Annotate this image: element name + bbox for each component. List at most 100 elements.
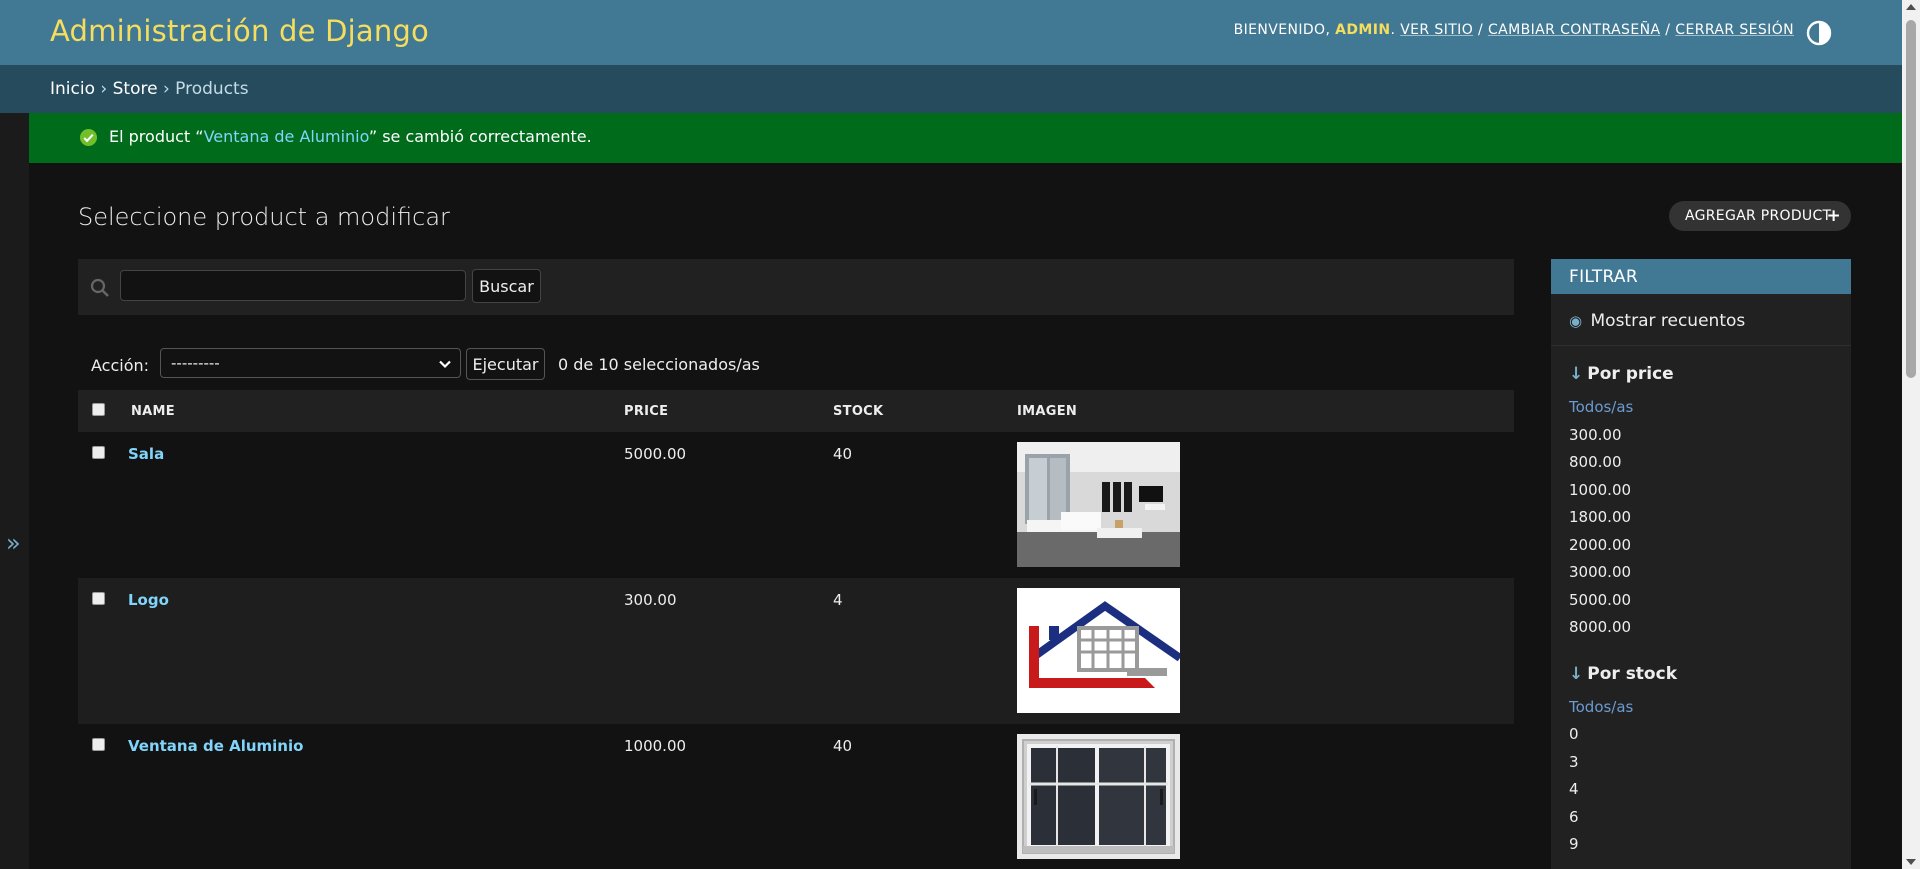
house-logo-image	[1017, 588, 1180, 713]
stock-filter-list: Todos/as 0 3 4 6 9	[1551, 698, 1851, 863]
filter-option-price[interactable]: 300.00	[1569, 426, 1851, 454]
product-stock: 40	[833, 445, 853, 463]
table-header-row: Name Price Stock Imagen	[78, 390, 1514, 432]
product-price: 5000.00	[624, 445, 687, 463]
filter-panel: Filtrar ◉ Mostrar recuentos ↓ Por price T…	[1551, 259, 1851, 869]
price-filter-list: Todos/as 300.00 800.00 1000.00 1800.00 2…	[1551, 398, 1851, 646]
message-text: El product “Ventana de Aluminio” se camb…	[109, 127, 592, 146]
filter-option-price[interactable]: 3000.00	[1569, 563, 1851, 591]
row-select-cell	[78, 432, 128, 578]
message-object-link[interactable]: Ventana de Aluminio	[204, 127, 369, 146]
search-icon	[90, 278, 109, 297]
row-checkbox[interactable]	[92, 738, 105, 751]
column-header-price[interactable]: Price	[624, 390, 833, 432]
row-select-cell	[78, 724, 128, 869]
eye-icon: ◉	[1569, 312, 1583, 330]
welcome-text: Bienvenido,	[1233, 22, 1331, 38]
breadcrumb-separator: ›	[162, 79, 170, 99]
filter-title: Filtrar	[1551, 259, 1851, 294]
nav-sidebar-toggle[interactable]: »	[0, 113, 29, 869]
search-input[interactable]	[120, 270, 466, 301]
table-row: Sala 5000.00 40	[78, 432, 1514, 578]
results-table: Name Price Stock Imagen Sala 5000.00 40	[78, 390, 1514, 869]
success-message: El product “Ventana de Aluminio” se camb…	[29, 113, 1902, 163]
living-room-image	[1017, 442, 1180, 567]
product-price: 300.00	[624, 591, 677, 609]
filter-option-stock[interactable]: 6	[1569, 808, 1851, 836]
column-header-imagen: Imagen	[1017, 403, 1078, 419]
row-checkbox[interactable]	[92, 446, 105, 459]
action-select-value: ---------	[171, 354, 220, 372]
row-select-cell	[78, 578, 128, 724]
table-row: Logo 300.00 4	[78, 578, 1514, 724]
add-button-label: Agregar product	[1685, 208, 1832, 224]
table-row: Ventana de Aluminio 1000.00 40	[78, 724, 1514, 869]
filter-heading-price[interactable]: ↓ Por price	[1551, 364, 1851, 384]
search-toolbar: Buscar	[78, 259, 1514, 315]
check-circle-icon	[79, 128, 98, 147]
filter-option-price[interactable]: Todos/as	[1569, 398, 1851, 426]
chevron-down-icon	[439, 360, 451, 369]
view-site-link[interactable]: Ver sitio	[1400, 22, 1473, 38]
product-stock: 40	[833, 737, 853, 755]
actions-bar: Acción: --------- Ejecutar 0 de 10 selec…	[78, 347, 1078, 381]
filter-option-stock[interactable]: Todos/as	[1569, 698, 1851, 726]
search-button[interactable]: Buscar	[472, 269, 541, 303]
breadcrumb-home[interactable]: Inicio	[50, 79, 95, 99]
add-product-button[interactable]: Agregar product +	[1669, 201, 1851, 231]
filter-heading-stock[interactable]: ↓ Por stock	[1551, 664, 1851, 684]
show-counts-label: Mostrar recuentos	[1590, 311, 1746, 331]
message-prefix: El product “	[109, 127, 204, 146]
chevron-double-right-icon: »	[6, 529, 21, 557]
separator: /	[1477, 22, 1484, 38]
theme-toggle-icon[interactable]	[1806, 20, 1832, 46]
logout-link[interactable]: Cerrar sesión	[1675, 22, 1794, 38]
filter-option-price[interactable]: 800.00	[1569, 453, 1851, 481]
filter-option-price[interactable]: 1000.00	[1569, 481, 1851, 509]
filter-heading-label: Por stock	[1587, 663, 1677, 684]
product-name-link[interactable]: Logo	[128, 591, 169, 609]
separator: /	[1665, 22, 1671, 38]
breadcrumb-current: Products	[175, 79, 249, 99]
show-counts-toggle[interactable]: ◉ Mostrar recuentos	[1551, 294, 1851, 346]
plus-icon: +	[1826, 206, 1841, 226]
product-name-link[interactable]: Ventana de Aluminio	[128, 737, 303, 755]
breadcrumb-separator: ›	[100, 79, 108, 99]
product-stock: 4	[833, 591, 843, 609]
run-action-button[interactable]: Ejecutar	[466, 348, 545, 380]
change-password-link[interactable]: Cambiar contraseña	[1488, 22, 1660, 38]
filter-option-price[interactable]: 5000.00	[1569, 591, 1851, 619]
filter-option-price[interactable]: 1800.00	[1569, 508, 1851, 536]
arrow-down-icon: ↓	[1569, 364, 1584, 384]
filter-option-stock[interactable]: 0	[1569, 725, 1851, 753]
filter-option-price[interactable]: 2000.00	[1569, 536, 1851, 564]
action-label: Acción:	[91, 356, 150, 375]
username: admin	[1335, 22, 1391, 38]
message-suffix: ” se cambió correctamente.	[368, 127, 592, 146]
selection-counter: 0 de 10 seleccionados/as	[558, 355, 760, 374]
breadcrumb-app[interactable]: Store	[113, 79, 158, 99]
select-all-cell	[78, 390, 128, 432]
product-name-link[interactable]: Sala	[128, 445, 164, 463]
column-header-stock[interactable]: Stock	[833, 390, 1017, 432]
arrow-down-icon: ↓	[1569, 663, 1584, 684]
site-name-link[interactable]: Administración de Django	[50, 14, 429, 48]
page-title: Seleccione product a modificar	[78, 203, 450, 231]
product-price: 1000.00	[624, 737, 687, 755]
page-scrollbar[interactable]	[1902, 0, 1920, 869]
filter-option-price[interactable]: 8000.00	[1569, 618, 1851, 646]
user-tools: Bienvenido, admin. Ver sitio / Cambiar c…	[1233, 22, 1794, 38]
column-header-name[interactable]: Name	[128, 390, 624, 432]
row-checkbox[interactable]	[92, 592, 105, 605]
filter-option-stock[interactable]: 9	[1569, 835, 1851, 863]
select-all-checkbox[interactable]	[92, 402, 105, 416]
breadcrumb: Inicio › Store › Products	[0, 65, 1902, 113]
scroll-up-arrow-icon[interactable]	[1906, 4, 1916, 10]
filter-option-stock[interactable]: 3	[1569, 753, 1851, 781]
filter-option-stock[interactable]: 4	[1569, 780, 1851, 808]
scrollbar-thumb[interactable]	[1906, 20, 1916, 378]
header: Administración de Django Bienvenido, adm…	[0, 0, 1902, 65]
scroll-down-arrow-icon[interactable]	[1906, 859, 1916, 865]
action-select[interactable]: ---------	[160, 348, 461, 378]
filter-heading-label: Por price	[1587, 364, 1674, 384]
